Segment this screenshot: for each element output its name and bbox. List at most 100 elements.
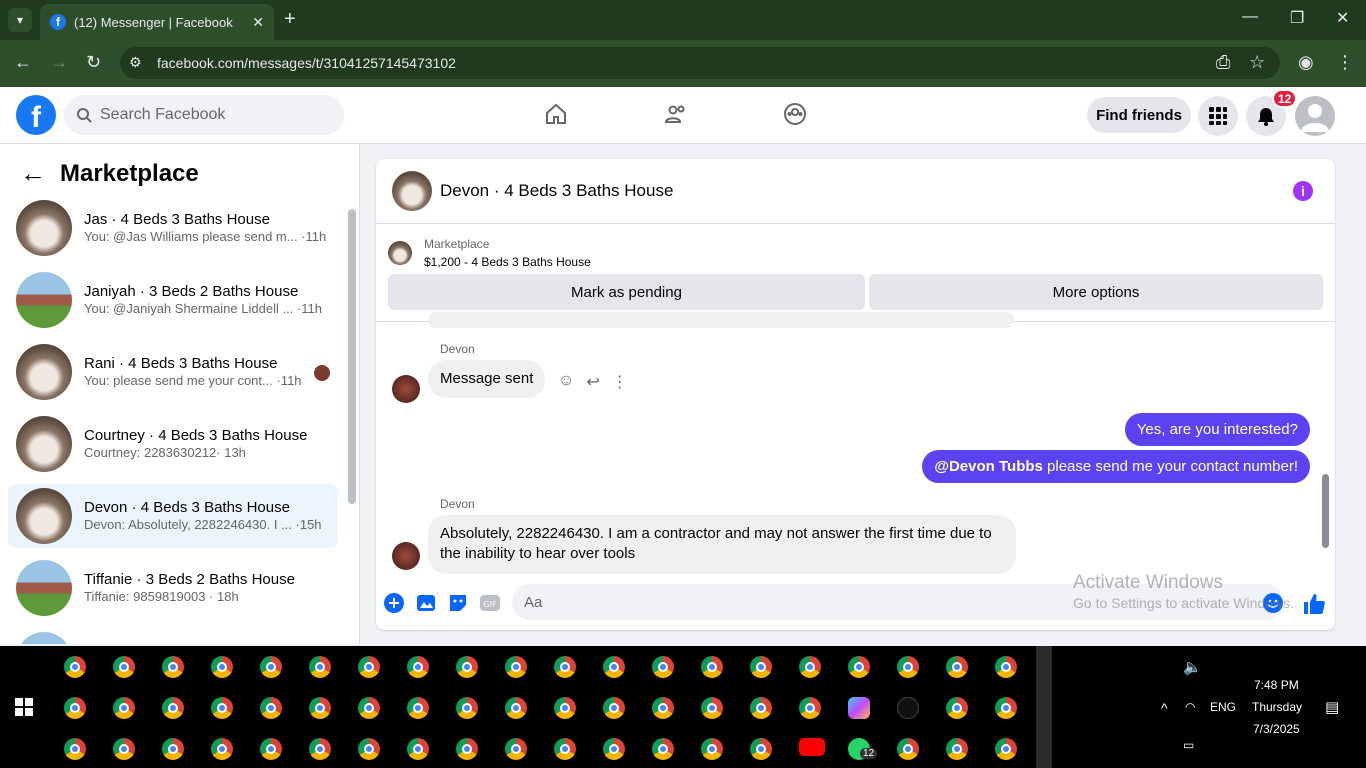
info-icon[interactable]: i (1293, 181, 1313, 201)
chrome-icon[interactable] (946, 656, 968, 678)
chrome-icon[interactable] (211, 656, 233, 678)
chrome-icon[interactable] (750, 656, 772, 678)
close-window-button[interactable]: ✕ (1336, 8, 1349, 28)
site-info-icon[interactable]: ⚙ (129, 54, 142, 71)
tab-close-icon[interactable]: ✕ (252, 14, 264, 31)
react-emoji-icon[interactable]: ☺ (558, 372, 574, 392)
chrome-icon[interactable] (260, 697, 282, 719)
chrome-icon[interactable] (603, 697, 625, 719)
install-app-icon[interactable]: ⎙ (1216, 52, 1230, 73)
sticker-icon[interactable] (447, 592, 469, 614)
home-icon[interactable] (544, 102, 568, 126)
chrome-icon[interactable] (603, 656, 625, 678)
chrome-icon[interactable] (701, 697, 723, 719)
chrome-icon[interactable] (554, 697, 576, 719)
conversation-item[interactable] (8, 628, 338, 644)
chrome-icon[interactable] (946, 697, 968, 719)
chrome-icon[interactable] (260, 656, 282, 678)
reload-icon[interactable]: ↻ (86, 52, 101, 73)
taskbar-overflow-scrollbar[interactable] (1036, 646, 1052, 768)
marketplace-listing[interactable]: Marketplace $1,200 - 4 Beds 3 Baths Hous… (388, 235, 591, 271)
chrome-icon[interactable] (505, 697, 527, 719)
conversation-item[interactable]: Rani · 4 Beds 3 Baths House You: please s… (8, 340, 338, 404)
account-avatar[interactable] (1295, 96, 1335, 136)
chrome-icon[interactable] (750, 697, 772, 719)
chrome-icon[interactable] (995, 656, 1017, 678)
forward-icon[interactable]: → (50, 52, 68, 73)
chrome-icon[interactable] (162, 697, 184, 719)
chrome-icon[interactable] (407, 656, 429, 678)
chrome-icon[interactable] (701, 738, 723, 760)
chat-title[interactable]: Devon · 4 Beds 3 Baths House (440, 181, 673, 201)
more-options-button[interactable]: More options (869, 274, 1323, 310)
chrome-icon[interactable] (260, 738, 282, 760)
conversation-item-active[interactable]: Devon · 4 Beds 3 Baths House Devon: Absol… (8, 484, 338, 548)
chrome-menu-icon[interactable]: ⋮ (1336, 52, 1354, 73)
chrome-icon[interactable] (995, 738, 1017, 760)
chrome-icon[interactable] (64, 738, 86, 760)
chrome-icon[interactable] (897, 656, 919, 678)
conversation-item[interactable]: Janiyah · 3 Beds 2 Baths House You: @Jani… (8, 268, 338, 332)
chrome-icon[interactable] (113, 738, 135, 760)
plus-icon[interactable] (383, 592, 405, 614)
thumbs-up-icon[interactable] (1302, 592, 1326, 616)
maximize-button[interactable]: ❐ (1290, 8, 1304, 28)
windows-start-icon[interactable] (15, 698, 33, 716)
chrome-icon[interactable] (113, 656, 135, 678)
chrome-icon[interactable] (309, 697, 331, 719)
new-tab-button[interactable]: + (284, 8, 296, 31)
chrome-icon[interactable] (946, 738, 968, 760)
chrome-icon[interactable] (505, 738, 527, 760)
groups-icon[interactable] (783, 102, 807, 126)
chrome-icon[interactable] (848, 656, 870, 678)
minimize-button[interactable]: — (1242, 8, 1258, 26)
tiktok-icon[interactable] (897, 697, 919, 719)
bookmark-star-icon[interactable]: ☆ (1249, 52, 1265, 73)
chrome-icon[interactable] (799, 697, 821, 719)
chrome-icon[interactable] (211, 738, 233, 760)
sender-avatar[interactable] (392, 375, 420, 403)
chrome-icon[interactable] (750, 738, 772, 760)
chrome-icon[interactable] (358, 656, 380, 678)
chrome-icon[interactable] (113, 697, 135, 719)
sender-avatar[interactable] (392, 542, 420, 570)
chrome-icon[interactable] (358, 738, 380, 760)
search-input[interactable]: Search Facebook (64, 95, 344, 135)
wifi-icon[interactable]: ◠ (1185, 700, 1195, 714)
menu-grid-button[interactable] (1198, 96, 1238, 136)
chrome-icon[interactable] (456, 697, 478, 719)
whatsapp-icon[interactable]: 12 (848, 738, 878, 760)
photo-icon[interactable] (415, 592, 437, 614)
chrome-icon[interactable] (799, 656, 821, 678)
message-scrollbar[interactable] (1322, 474, 1329, 548)
chrome-icon[interactable] (162, 656, 184, 678)
youtube-icon[interactable] (799, 738, 825, 756)
tab-search-button[interactable]: ▾ (8, 8, 32, 32)
chrome-icon[interactable] (211, 697, 233, 719)
language-indicator[interactable]: ENG (1210, 700, 1236, 714)
chrome-icon[interactable] (652, 656, 674, 678)
chrome-icon[interactable] (701, 656, 723, 678)
browser-tab[interactable]: f (12) Messenger | Facebook ✕ (40, 4, 274, 40)
conversation-item[interactable]: Tiffanie · 3 Beds 2 Baths House Tiffanie:… (8, 556, 338, 620)
copilot-icon[interactable] (848, 697, 870, 719)
volume-icon[interactable]: 🔈 (1183, 658, 1202, 676)
chrome-icon[interactable] (309, 738, 331, 760)
battery-icon[interactable]: ▭ (1183, 738, 1194, 752)
chat-avatar[interactable] (392, 171, 432, 211)
back-arrow-icon[interactable]: ← (20, 158, 46, 189)
mark-as-pending-button[interactable]: Mark as pending (388, 274, 865, 310)
show-hidden-icons-icon[interactable]: ^ (1161, 700, 1168, 716)
chrome-icon[interactable] (995, 697, 1017, 719)
profile-icon[interactable]: ◉ (1298, 52, 1314, 73)
chrome-icon[interactable] (554, 656, 576, 678)
reply-icon[interactable]: ↩ (586, 372, 599, 392)
chrome-icon[interactable] (603, 738, 625, 760)
mention[interactable]: @Devon Tubbs (934, 458, 1043, 475)
clock-day[interactable]: Thursday (1252, 700, 1302, 714)
chrome-icon[interactable] (652, 697, 674, 719)
chrome-icon[interactable] (64, 697, 86, 719)
chrome-icon[interactable] (162, 738, 184, 760)
clock-date[interactable]: 7/3/2025 (1253, 722, 1300, 736)
friends-icon[interactable] (664, 102, 688, 126)
